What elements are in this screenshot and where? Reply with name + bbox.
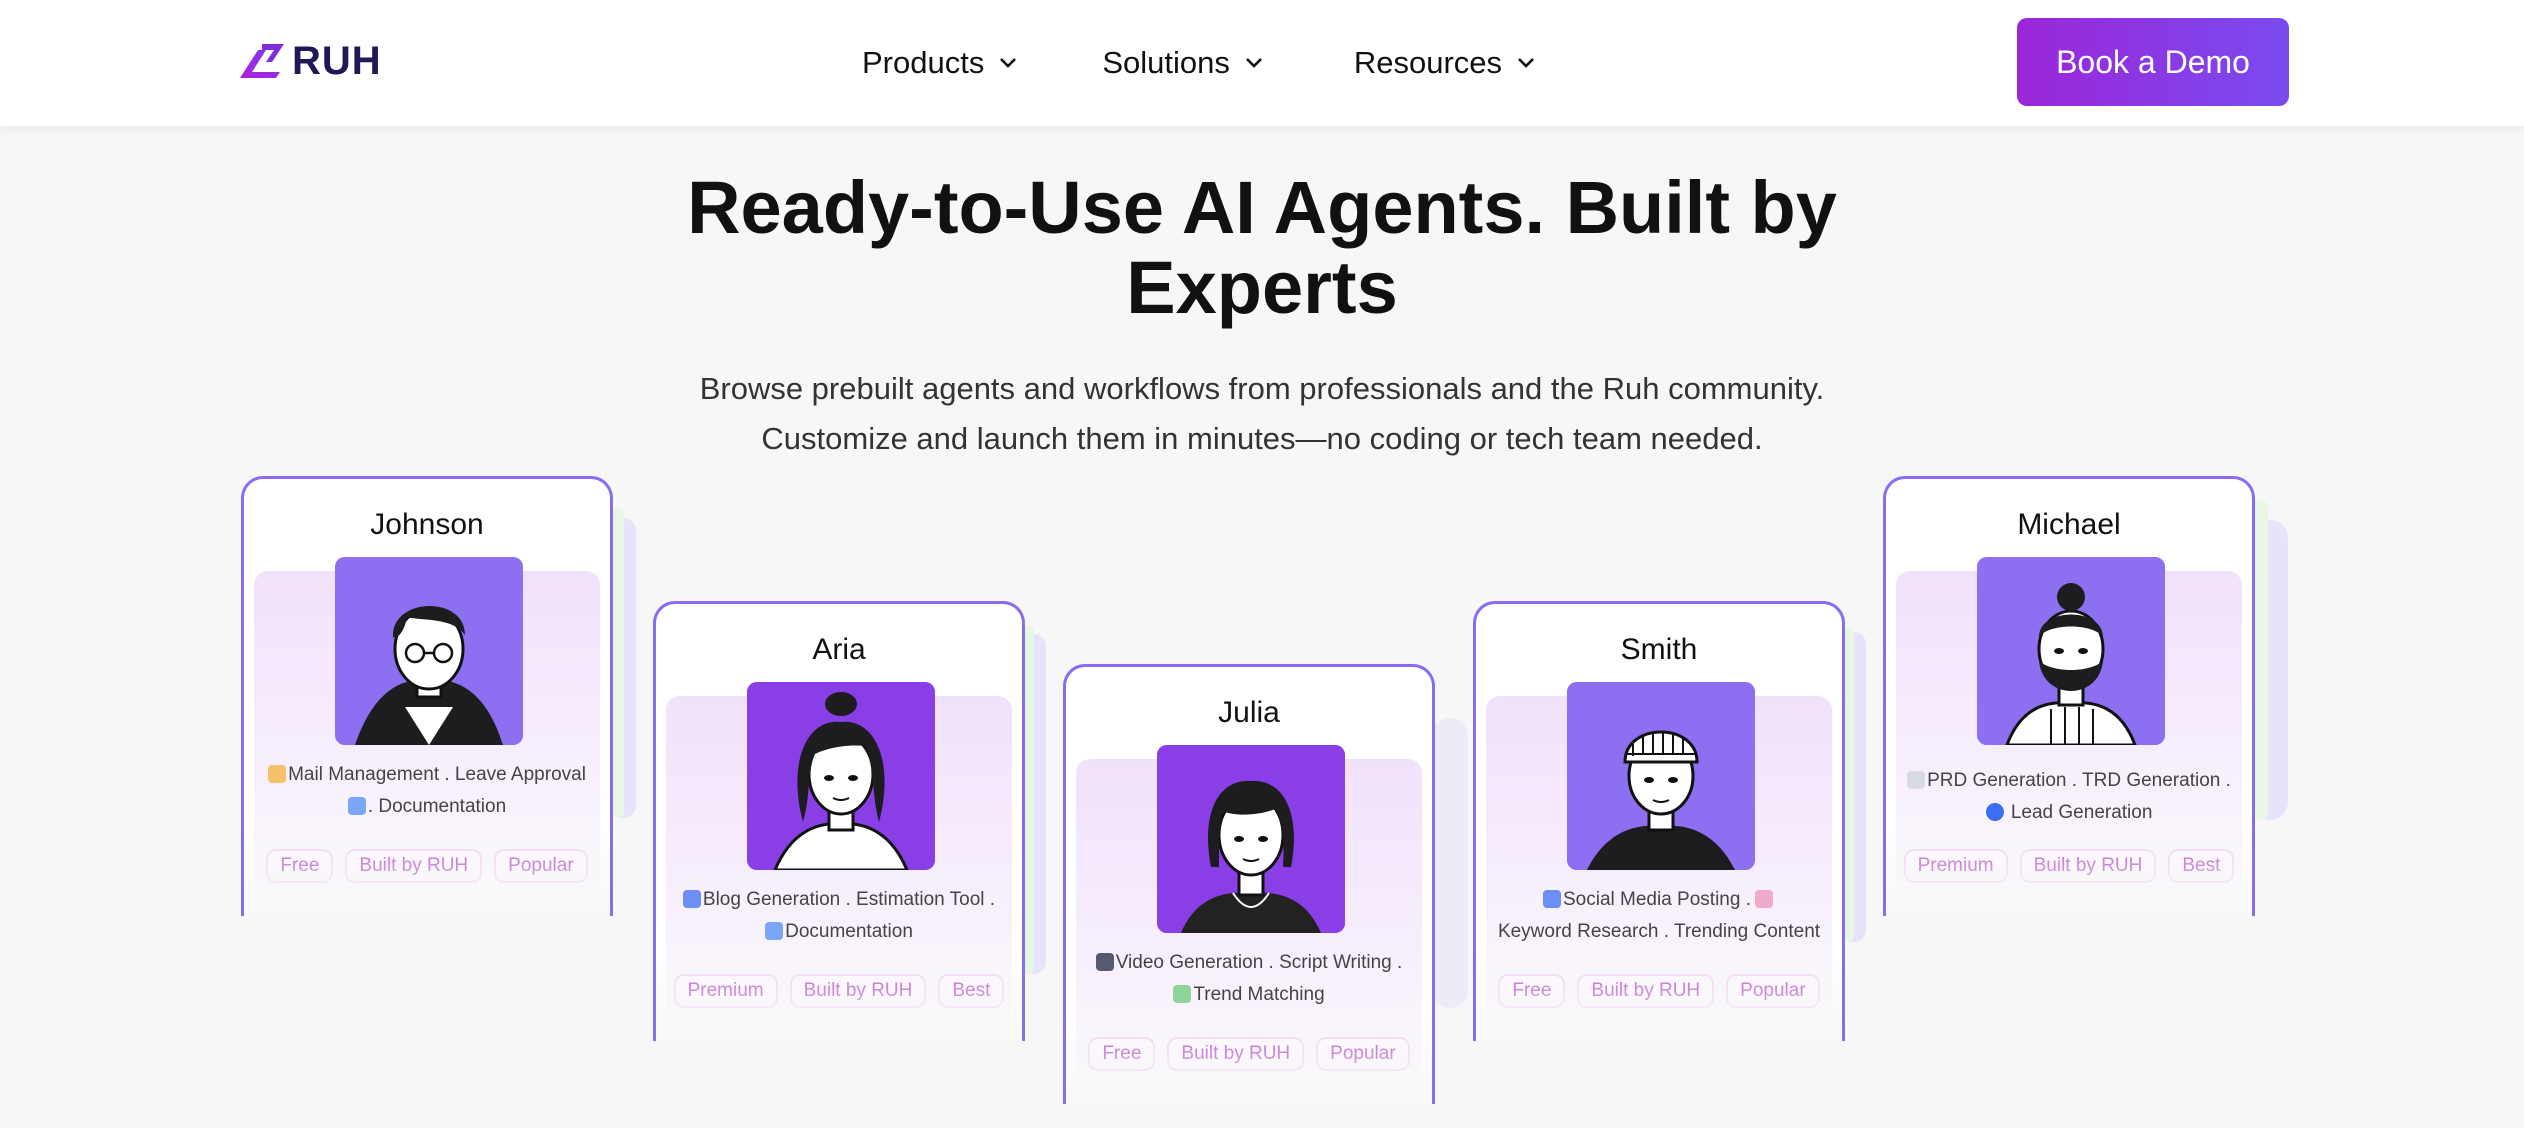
- loading-icon: [1985, 803, 2004, 821]
- skills-line: Keyword Research . Trending Content: [1497, 921, 1821, 942]
- tag-badge: Best: [2168, 849, 2235, 883]
- agent-skills: Social Media Posting . Keyword Research …: [1486, 884, 1832, 948]
- nav-products[interactable]: Products: [862, 45, 1018, 81]
- skills-line: PRD Generation . TRD Generation .: [1927, 770, 2231, 791]
- tag-badge: Popular: [1726, 974, 1820, 1008]
- agent-skills: Blog Generation . Estimation Tool . Docu…: [666, 884, 1012, 948]
- top-navbar: RUH Products Solutions Resources Book a …: [0, 0, 2524, 126]
- avatar-aria-illustration: [747, 682, 935, 870]
- package-icon: [347, 797, 366, 815]
- agent-card-body: Blog Generation . Estimation Tool . Docu…: [666, 682, 1012, 1016]
- agent-card-aria[interactable]: Aria Blog Generation . Estimation Tool .…: [653, 601, 1025, 1041]
- package-icon: [765, 922, 784, 940]
- agent-card-johnson[interactable]: Johnson Mail Management . Leave Approval…: [241, 476, 613, 916]
- avatar-julia-illustration: [1157, 745, 1345, 933]
- card-stack-layer: [612, 508, 624, 818]
- document-icon: [1907, 771, 1926, 789]
- blog-icon: [682, 890, 701, 908]
- tag-badge: Popular: [1316, 1037, 1410, 1071]
- nav-resources-label: Resources: [1353, 45, 1503, 80]
- ruh-logo-mark-icon: [240, 44, 284, 78]
- avatar-michael-illustration: [1977, 557, 2165, 745]
- hero-subtitle-line1: Browse prebuilt agents and workflows fro…: [699, 371, 1825, 406]
- avatar: [1977, 557, 2165, 745]
- hero-subtitle-line2: Customize and launch them in minutes—no …: [761, 421, 1763, 456]
- tag-badge: Premium: [1903, 849, 2008, 883]
- book-demo-button[interactable]: Book a Demo: [2017, 18, 2289, 106]
- avatar: [1567, 682, 1755, 870]
- nav-products-label: Products: [862, 45, 985, 80]
- agent-tags: Free Built by RUH Popular: [1486, 974, 1832, 1008]
- avatar: [1157, 745, 1345, 933]
- chart-icon: [1173, 985, 1192, 1003]
- agent-card-julia[interactable]: Julia Video Generation . Script Writing …: [1063, 664, 1435, 1104]
- avatar: [747, 682, 935, 870]
- nav-solutions-label: Solutions: [1102, 45, 1230, 80]
- tag-badge: Built by RUH: [1167, 1037, 1305, 1071]
- nav-solutions[interactable]: Solutions: [1102, 45, 1264, 81]
- hero-title: Ready-to-Use AI Agents. Built by Experts: [0, 168, 2524, 328]
- skills-line: Trend Matching: [1193, 984, 1325, 1005]
- agent-card-body: PRD Generation . TRD Generation . Lead G…: [1896, 557, 2242, 891]
- ruh-logo[interactable]: RUH: [240, 38, 382, 83]
- tag-badge: Built by RUH: [1577, 974, 1715, 1008]
- magnifier-icon: [1755, 890, 1773, 908]
- skills-line: . Documentation: [367, 796, 507, 817]
- agent-card-michael[interactable]: Michael PRD Generation . TRD Generation …: [1883, 476, 2255, 916]
- agent-skills: Video Generation . Script Writing . Tren…: [1076, 947, 1422, 1011]
- main-menu: Products Solutions Resources: [862, 0, 1620, 126]
- skills-line: Video Generation . Script Writing .: [1115, 952, 1403, 973]
- agent-skills: PRD Generation . TRD Generation . Lead G…: [1896, 765, 2242, 829]
- agent-card-body: Social Media Posting . Keyword Research …: [1486, 682, 1832, 1016]
- chevron-down-icon: [1245, 58, 1262, 68]
- tag-badge: Premium: [673, 974, 778, 1008]
- agent-card-body: Video Generation . Script Writing . Tren…: [1076, 745, 1422, 1079]
- skills-line: Blog Generation . Estimation Tool .: [702, 889, 996, 910]
- chevron-down-icon: [1000, 58, 1017, 68]
- tag-badge: Free: [266, 849, 334, 883]
- skills-line: Social Media Posting .: [1563, 889, 1751, 910]
- chevron-down-icon: [1518, 58, 1534, 68]
- tag-badge: Built by RUH: [345, 849, 483, 883]
- agent-card-body: Mail Management . Leave Approval . Docum…: [254, 557, 600, 891]
- tag-badge: Built by RUH: [789, 974, 927, 1008]
- skills-line: Documentation: [785, 921, 913, 942]
- tag-badge: Free: [1498, 974, 1566, 1008]
- video-camera-icon: [1095, 953, 1114, 971]
- calendar-icon: [1543, 890, 1561, 908]
- hero-title-line1: Ready-to-Use AI Agents. Built by: [687, 166, 1837, 249]
- agent-tags: Free Built by RUH Popular: [1076, 1037, 1422, 1071]
- card-stack-layer: [1432, 718, 1468, 1008]
- avatar: [335, 557, 523, 745]
- mail-icon: [268, 765, 287, 783]
- nav-resources[interactable]: Resources: [1354, 45, 1536, 81]
- tag-badge: Free: [1088, 1037, 1156, 1071]
- skills-line: Mail Management . Leave Approval: [288, 764, 586, 785]
- tag-badge: Best: [938, 974, 1005, 1008]
- agent-tags: Premium Built by RUH Best: [666, 974, 1012, 1008]
- tag-badge: Popular: [494, 849, 588, 883]
- hero-subtitle: Browse prebuilt agents and workflows fro…: [0, 364, 2524, 464]
- tag-badge: Built by RUH: [2019, 849, 2157, 883]
- avatar-smith-illustration: [1567, 682, 1755, 870]
- brand-name: RUH: [292, 38, 382, 83]
- agent-tags: Free Built by RUH Popular: [254, 849, 600, 883]
- agent-card-smith[interactable]: Smith Social Media Posting . Keyword Res…: [1473, 601, 1845, 1041]
- agent-skills: Mail Management . Leave Approval . Docum…: [254, 759, 600, 823]
- skills-line: Lead Generation: [2010, 802, 2153, 823]
- agent-tags: Premium Built by RUH Best: [1896, 849, 2242, 883]
- hero-title-line2: Experts: [1126, 246, 1398, 329]
- avatar-johnson-illustration: [335, 557, 523, 745]
